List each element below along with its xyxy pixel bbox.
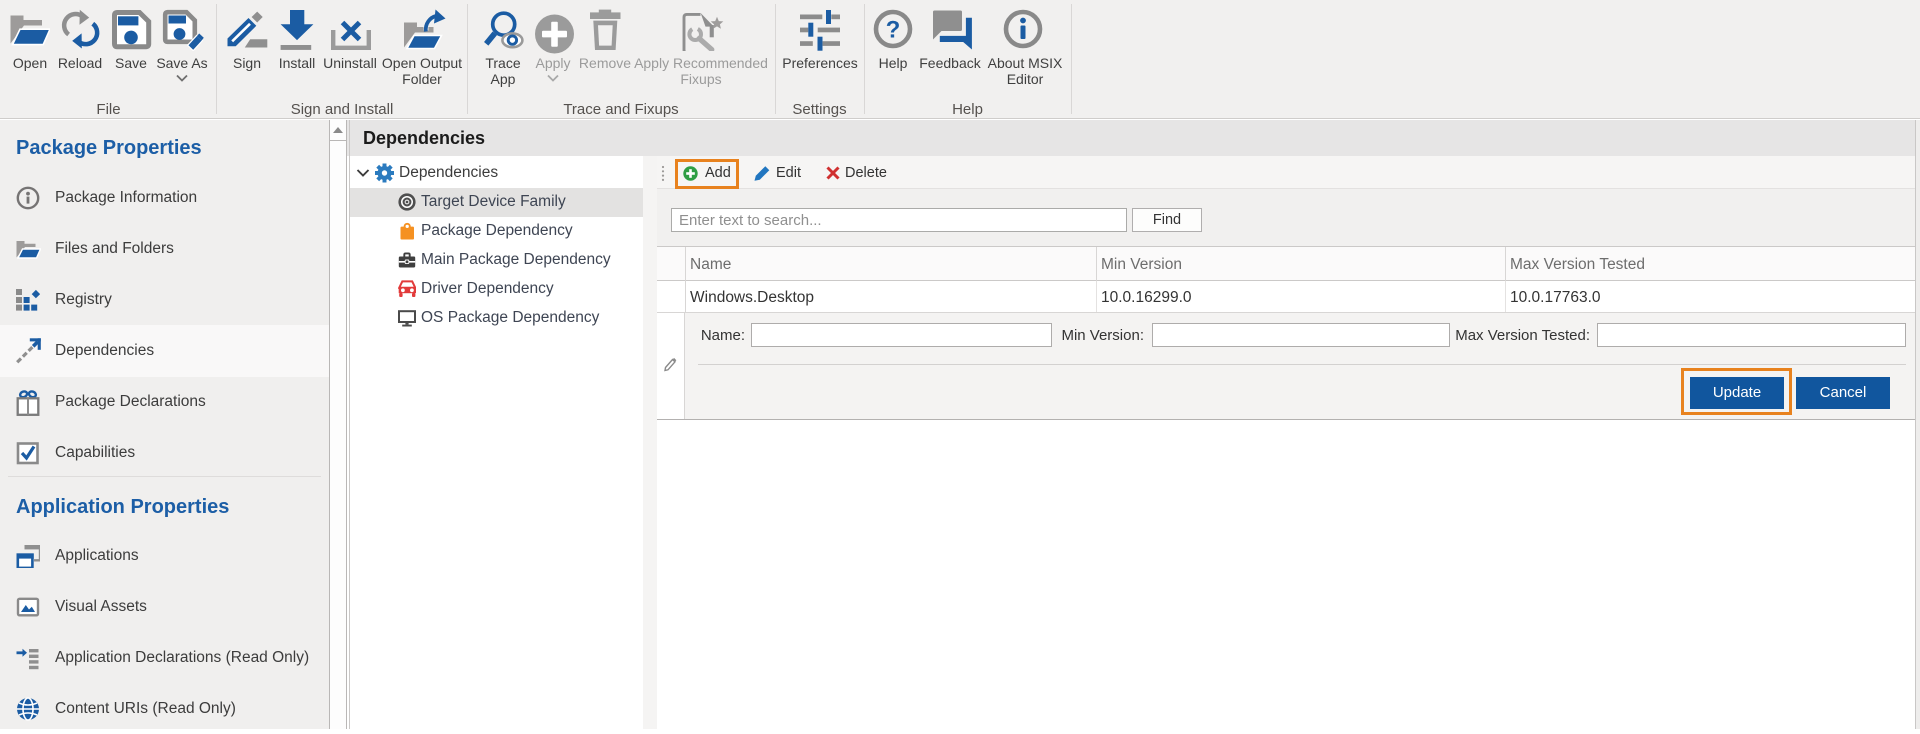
svg-text:?: ? — [886, 17, 901, 44]
